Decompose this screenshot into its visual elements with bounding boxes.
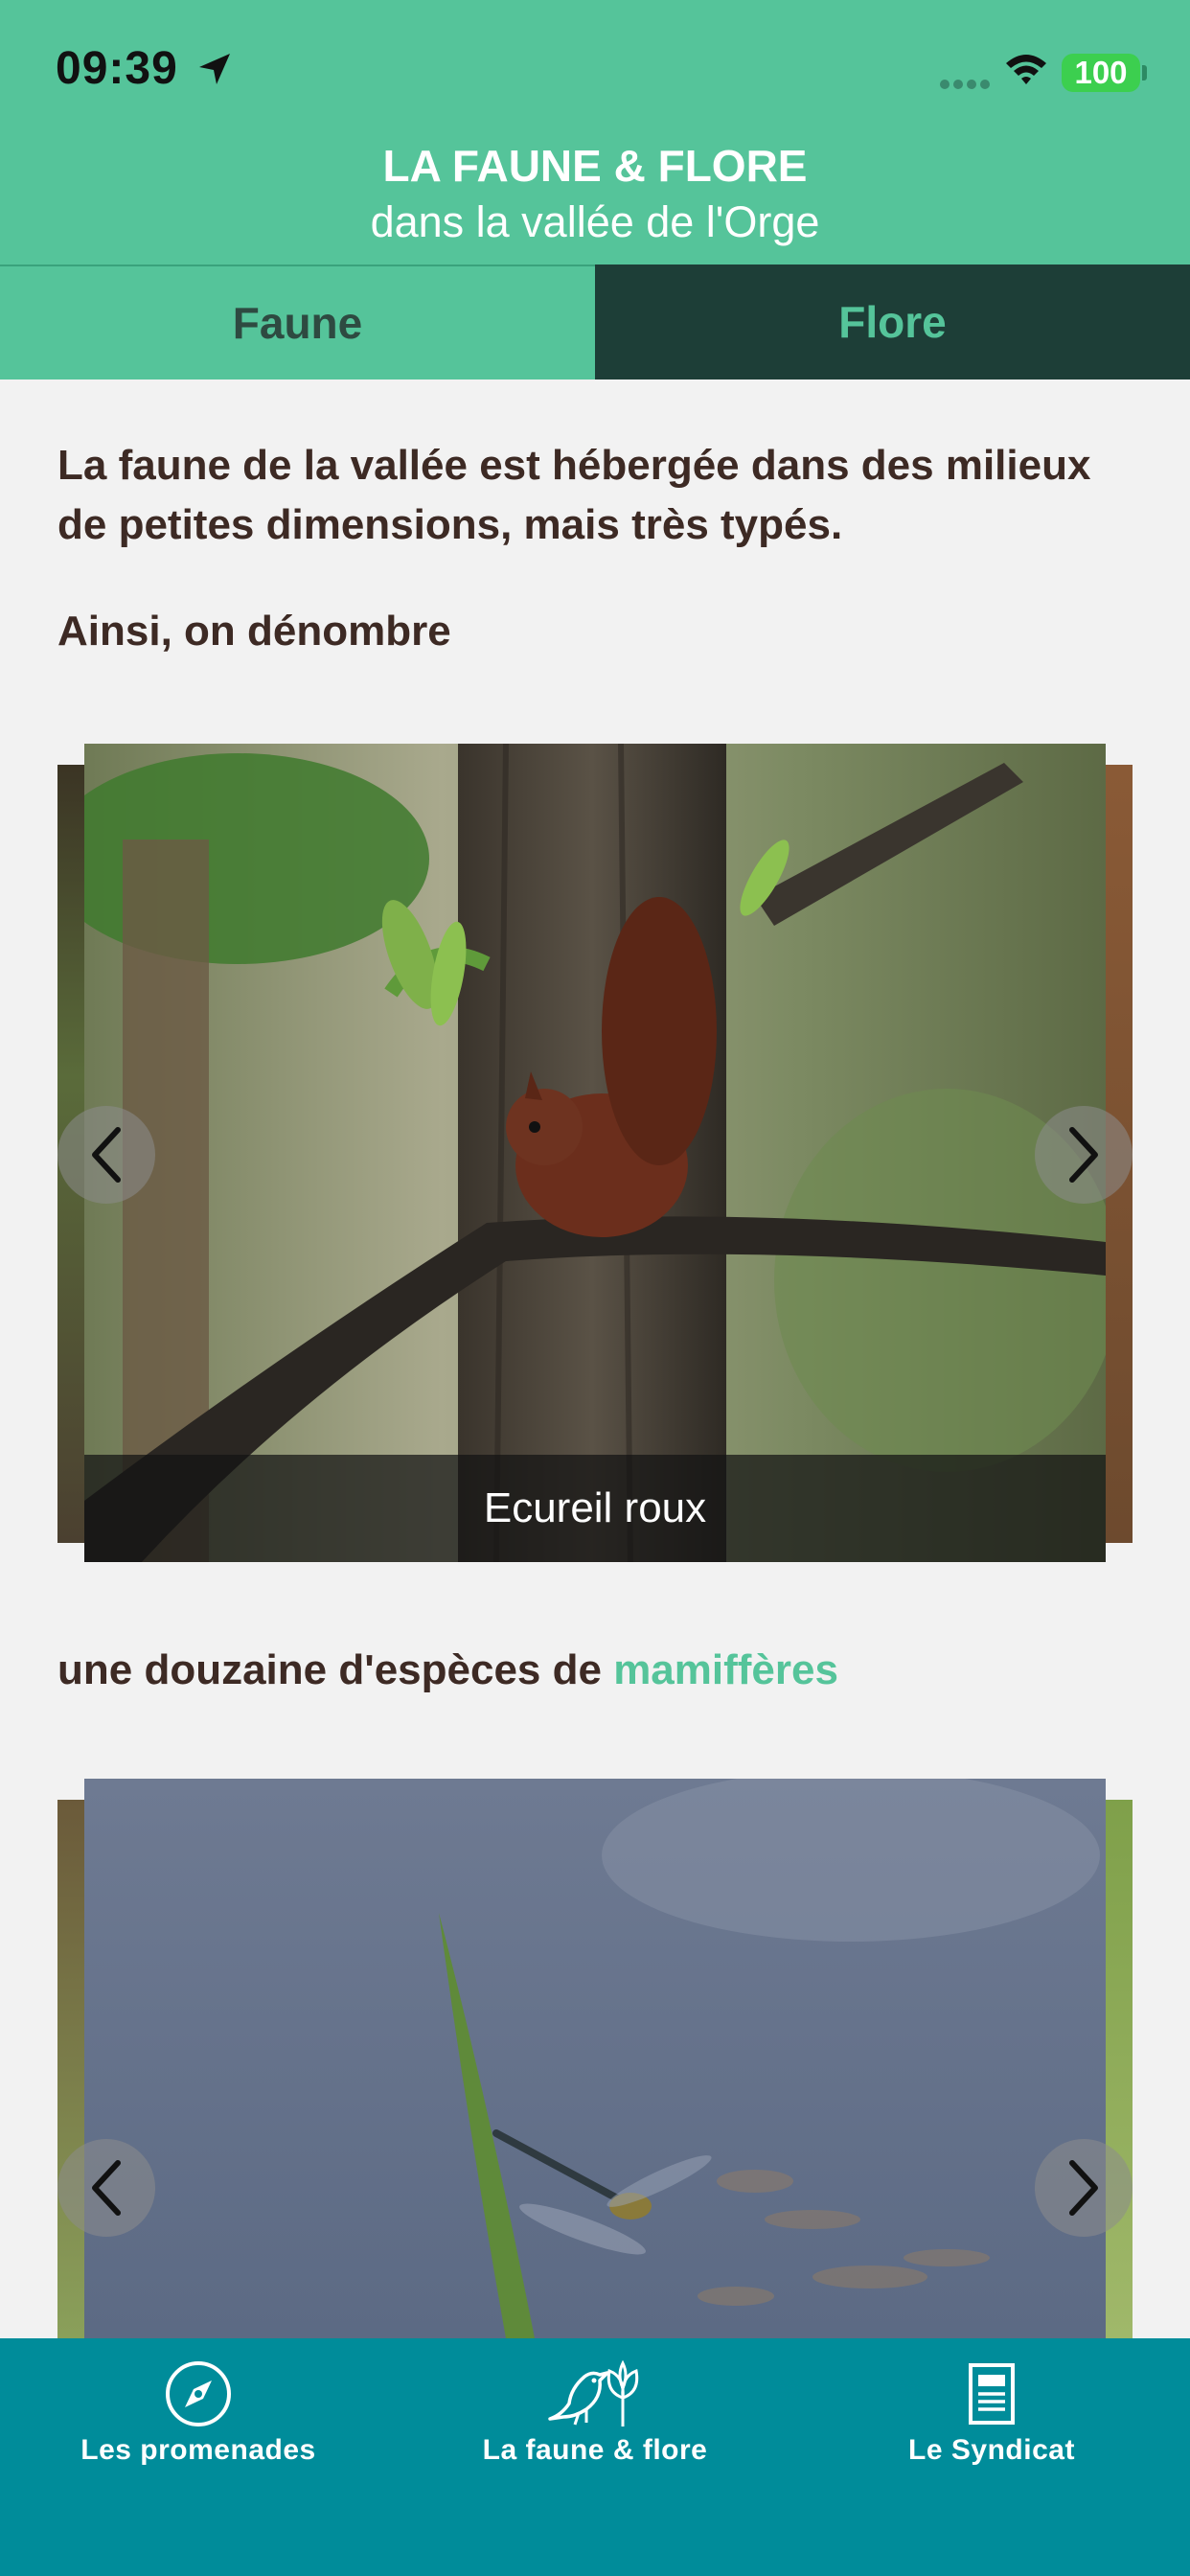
chevron-left-icon	[92, 2160, 121, 2216]
insects-carousel	[57, 1779, 1133, 2338]
battery-tip	[1142, 65, 1147, 80]
mammals-count-text: une douzaine d'espèces de mamiffères	[57, 1646, 838, 1694]
tab-faune[interactable]: Faune	[0, 264, 595, 380]
chevron-left-icon	[92, 1127, 121, 1183]
squirrel-photo	[84, 744, 1106, 1562]
carousel-prev-button[interactable]	[57, 1106, 155, 1204]
category-tabs: Faune Flore	[0, 264, 1190, 380]
next-slide-peek	[1106, 1800, 1133, 2338]
location-arrow-icon	[199, 54, 230, 84]
intro-lead: Ainsi, on dénombre	[57, 608, 451, 655]
wifi-icon	[1006, 55, 1046, 84]
app-header: 09:39 100 LA FAUNE & FLORE dans la vallé…	[0, 0, 1190, 264]
tabbar-item-promenades[interactable]: Les promenades	[0, 2338, 397, 2576]
page-title: LA FAUNE & FLORE	[382, 141, 808, 191]
carousel-next-button[interactable]	[1035, 2139, 1133, 2237]
tab-flore[interactable]: Flore	[595, 264, 1190, 380]
tabbar-label: La faune & flore	[482, 2434, 708, 2466]
tabbar-label: Le Syndicat	[908, 2434, 1075, 2466]
carousel-prev-button[interactable]	[57, 2139, 155, 2237]
carousel-next-button[interactable]	[1035, 1106, 1133, 1204]
cellular-signal-icon	[940, 80, 990, 89]
chevron-right-icon	[1069, 2160, 1098, 2216]
previous-slide-peek	[57, 1800, 84, 2338]
page-subtitle: dans la vallée de l'Orge	[370, 197, 820, 246]
intro-paragraph: La faune de la vallée est hébergée dans …	[57, 442, 1091, 548]
carousel-slide-image[interactable]	[84, 1779, 1106, 2338]
carousel-slide-image[interactable]: Ecureil roux	[84, 744, 1106, 1562]
tabbar-label: Les promenades	[80, 2434, 316, 2466]
chevron-right-icon	[1069, 1127, 1098, 1183]
bottom-tab-bar: Les promenades La faune & flore Le Syndi…	[0, 2338, 1190, 2576]
compass-icon	[166, 2361, 231, 2426]
document-icon	[969, 2363, 1015, 2425]
mammals-carousel: Ecureil roux	[57, 744, 1133, 1562]
battery-indicator: 100	[1062, 54, 1140, 92]
mammals-link[interactable]: mamiffères	[613, 1646, 838, 1693]
dragonfly-photo	[84, 1779, 1106, 2338]
slide-caption: Ecureil roux	[84, 1455, 1106, 1562]
section-prefix: une douzaine d'espèces de	[57, 1646, 614, 1693]
tabbar-item-faune-flore[interactable]: La faune & flore	[397, 2338, 793, 2576]
bird-leaf-icon	[548, 2359, 639, 2426]
tabbar-item-syndicat[interactable]: Le Syndicat	[793, 2338, 1190, 2576]
status-time: 09:39	[56, 43, 178, 94]
